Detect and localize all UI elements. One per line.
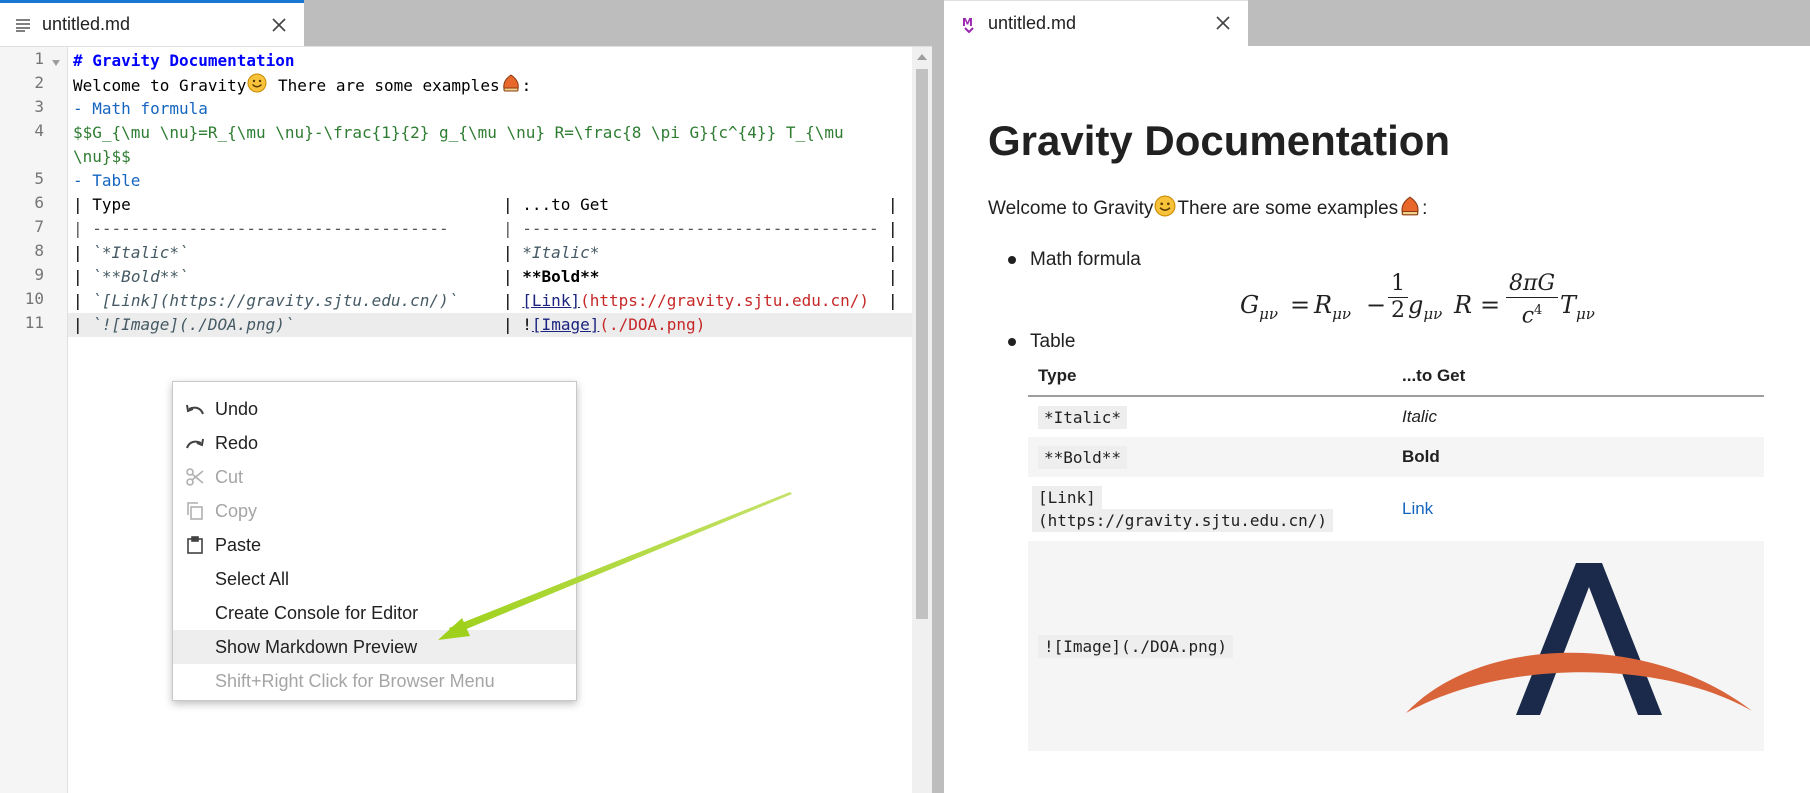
list-item: Table (1008, 331, 1075, 353)
markdown-icon: M (960, 15, 978, 33)
table-cell: Bold (1402, 447, 1440, 466)
code-line-6-col2: | ...to Get (503, 195, 609, 214)
preview-link[interactable]: Link (1402, 499, 1433, 518)
welcome-paragraph: Welcome to Gravity There are some exampl… (988, 195, 1427, 223)
table-header: Type ...to Get (1028, 357, 1764, 397)
bullet-dot (1008, 338, 1016, 346)
scroll-up-icon[interactable] (917, 54, 927, 60)
preview-tab-bar: M untitled.md (944, 0, 1810, 46)
editor-tab-bar: untitled.md (0, 0, 932, 46)
menu-item-paste[interactable]: Paste (173, 528, 576, 562)
table-pipe: | (888, 219, 898, 238)
line-number: 1 (34, 49, 44, 68)
table-pipe: | (888, 291, 898, 310)
tab-preview-untitled[interactable]: M untitled.md (944, 0, 1248, 46)
chestnut-emoji-icon (1399, 195, 1421, 223)
code-chip: *Italic* (1038, 405, 1128, 429)
line-number: 5 (34, 169, 44, 188)
close-icon[interactable] (268, 14, 290, 36)
code-line-2: Welcome to Gravity There are some exampl… (73, 73, 531, 97)
tab-label: untitled.md (988, 13, 1077, 33)
svg-text:M: M (962, 16, 973, 29)
tab-label: untitled.md (42, 14, 131, 34)
table-header-cell: ...to Get (1402, 366, 1466, 385)
code-line-8-col2: | *Italic* (503, 243, 600, 262)
editor-scrollbar[interactable] (912, 47, 932, 793)
line-number: 4 (34, 121, 44, 140)
text-file-icon (14, 16, 32, 34)
code-line-7: | ------------------------------------- (73, 219, 449, 238)
code-line-3: - Math formula (73, 99, 208, 118)
split-panel-divider[interactable] (932, 0, 944, 793)
code-line-6: | Type (73, 195, 131, 214)
undo-icon (185, 399, 205, 419)
table-pipe: | (888, 267, 898, 286)
markdown-preview: Gravity Documentation Welcome to Gravity… (944, 47, 1810, 793)
copy-icon (185, 501, 205, 521)
code-line-4: $$G_{\mu \nu}=R_{\mu \nu}-\frac{1}{2} g_… (73, 123, 844, 142)
code-line-10-col2: | [Link](https://gravity.sjtu.edu.cn/) (503, 291, 870, 310)
table-cell: Italic (1402, 407, 1437, 426)
table-row: **Bold** Bold (1028, 437, 1764, 477)
menu-item-show-markdown-preview[interactable]: Show Markdown Preview (173, 630, 576, 664)
chestnut-emoji-icon (501, 73, 521, 100)
table-header-cell: Type (1038, 366, 1077, 385)
close-icon[interactable] (1212, 12, 1234, 34)
code-line-10: | `[Link](https://gravity.sjtu.edu.cn/)` (73, 291, 459, 310)
fold-arrow-icon[interactable] (52, 60, 60, 66)
code-line-7-col2: | ------------------------------------- (503, 219, 879, 238)
code-line-4-wrap: \nu}$$ (73, 147, 131, 166)
line-number: 7 (34, 217, 44, 236)
line-number-gutter: 1 2 3 4 5 6 7 8 9 10 11 (0, 47, 68, 793)
line-number: 11 (24, 313, 44, 332)
list-item: Math formula (1008, 249, 1141, 271)
code-chip: **Bold** (1038, 445, 1128, 469)
code-line-9-col2: | **Bold** (503, 267, 600, 286)
smile-emoji-icon (247, 73, 267, 100)
code-line-9: | `**Bold**` (73, 267, 189, 286)
clipboard-icon (185, 535, 205, 555)
table-pipe: | (888, 243, 898, 262)
line-number: 8 (34, 241, 44, 260)
menu-item-create-console[interactable]: Create Console for Editor (173, 596, 576, 630)
page-title: Gravity Documentation (988, 117, 1451, 164)
smile-emoji-icon (1154, 195, 1176, 223)
code-chip: (https://gravity.sjtu.edu.cn/) (1032, 509, 1333, 532)
line-number: 3 (34, 97, 44, 116)
scissors-icon (185, 467, 205, 487)
code-line-11-col2: | ![Image](./DOA.png) (503, 315, 706, 334)
context-menu: Undo Redo Cut Copy Paste Select All Crea… (172, 381, 577, 701)
menu-item-undo[interactable]: Undo (173, 392, 576, 426)
table-cell (1392, 541, 1764, 751)
line-number: 2 (34, 73, 44, 92)
code-line-5: - Table (73, 171, 141, 190)
code-chip: [Link] (1032, 486, 1102, 509)
gravity-logo (1406, 563, 1752, 715)
tab-editor-untitled[interactable]: untitled.md (0, 0, 304, 46)
code-line-1: # Gravity Documentation (73, 51, 295, 70)
table-row: [Link] (https://gravity.sjtu.edu.cn/) Li… (1028, 477, 1764, 541)
redo-icon (185, 433, 205, 453)
bullet-dot (1008, 256, 1016, 264)
line-number: 6 (34, 193, 44, 212)
table-row: ![Image](./DOA.png) (1028, 541, 1764, 751)
menu-item-copy[interactable]: Copy (173, 494, 576, 528)
table-row: *Italic* Italic (1028, 397, 1764, 437)
scroll-thumb[interactable] (916, 69, 928, 619)
line-number: 9 (34, 265, 44, 284)
menu-item-cut[interactable]: Cut (173, 460, 576, 494)
line-number: 10 (24, 289, 44, 308)
table-pipe: | (888, 195, 898, 214)
code-line-8: | `*Italic*` (73, 243, 189, 262)
preview-table: Type ...to Get *Italic* Italic **Bold** … (1028, 357, 1764, 751)
code-line-11: | `![Image](./DOA.png)` (73, 315, 295, 334)
menu-item-browser-menu-hint: Shift+Right Click for Browser Menu (215, 670, 495, 691)
code-chip: ![Image](./DOA.png) (1038, 634, 1234, 658)
menu-item-select-all[interactable]: Select All (173, 562, 576, 596)
menu-item-redo[interactable]: Redo (173, 426, 576, 460)
